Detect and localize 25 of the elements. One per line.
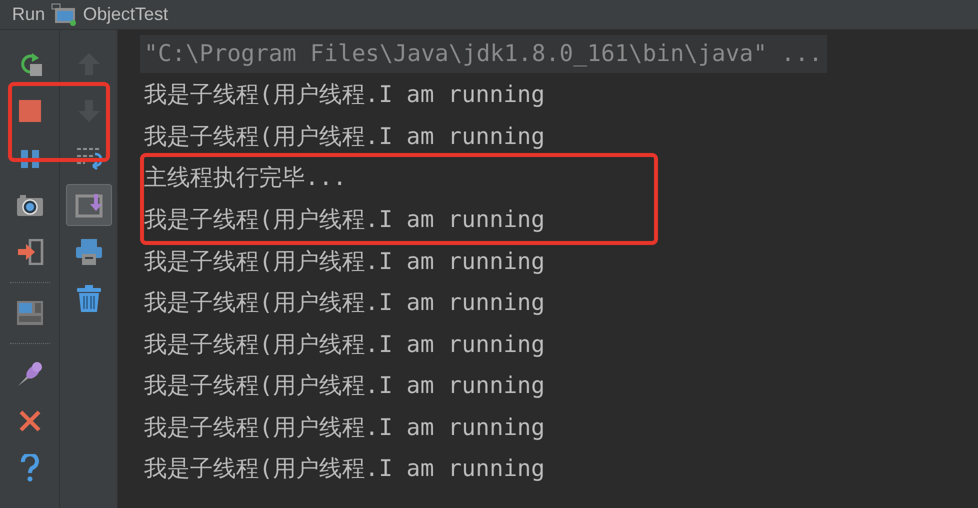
console-line: 我是子线程(用户线程.I am running [143, 414, 545, 443]
printer-icon[interactable] [74, 238, 102, 266]
trash-icon[interactable] [76, 284, 102, 312]
wrap-icon[interactable] [74, 146, 102, 170]
panel-title: Run [12, 3, 46, 26]
console-line: 我是子线程(用户线程.I am running [143, 455, 545, 484]
layout-icon[interactable] [16, 298, 44, 326]
console-line: 我是子线程(用户线程.I am running [143, 81, 545, 110]
help-icon[interactable] [20, 454, 40, 482]
stop-icon[interactable] [18, 98, 42, 122]
console-line: 我是子线程(用户线程.I am running [143, 330, 545, 360]
console-line: 我是子线程(用户线程.I am running [143, 372, 545, 402]
camera-icon[interactable] [16, 192, 44, 216]
scroll-to-end-icon[interactable] [74, 192, 102, 218]
run-tab[interactable]: ObjectTest [83, 1, 168, 28]
console-line: 主线程执行完毕... [143, 164, 347, 194]
exit-icon[interactable] [16, 238, 44, 264]
window-icon [51, 2, 78, 26]
pin-icon[interactable] [16, 360, 44, 388]
console-line: 我是子线程(用户线程.I am running [143, 248, 545, 277]
console-line: 我是子线程(用户线程.I am running [143, 122, 545, 152]
pause-icon[interactable] [18, 148, 40, 168]
console-line: 我是子线程(用户线程.I am running [143, 289, 545, 318]
console-line: 我是子线程(用户线程.I am running [143, 206, 545, 235]
close-icon[interactable] [18, 408, 42, 432]
